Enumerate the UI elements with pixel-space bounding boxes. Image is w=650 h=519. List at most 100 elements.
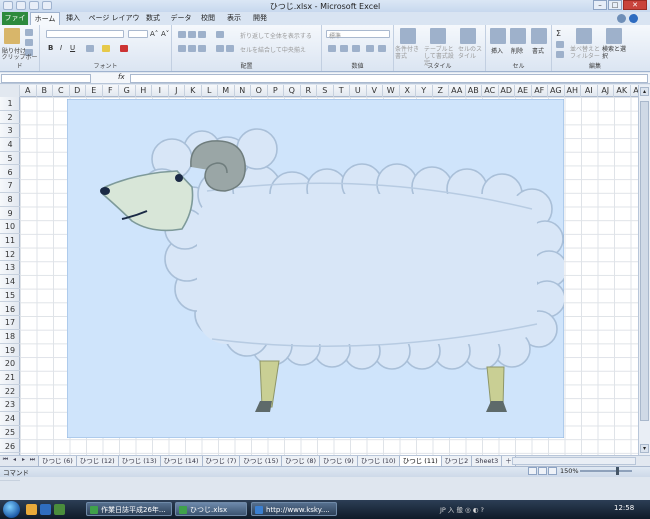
row-header[interactable]: 5	[0, 152, 20, 166]
tab-review[interactable]: 校閲	[197, 12, 219, 25]
select-all-corner[interactable]	[0, 85, 20, 97]
column-header[interactable]: C	[53, 85, 70, 97]
column-header[interactable]: AE	[515, 85, 532, 97]
sort-filter-icon[interactable]	[576, 28, 592, 44]
last-sheet-icon[interactable]: ⏭	[29, 456, 36, 464]
font-size-select[interactable]	[128, 30, 148, 38]
column-header[interactable]: T	[334, 85, 350, 97]
cell-styles-label[interactable]: セルのスタイル	[458, 46, 484, 60]
name-box[interactable]	[1, 74, 91, 83]
increase-decimal-icon[interactable]	[366, 45, 374, 52]
column-header[interactable]: N	[235, 85, 251, 97]
column-header[interactable]: AF	[532, 85, 548, 97]
column-header[interactable]: AG	[548, 85, 565, 97]
align-center-icon[interactable]	[188, 45, 196, 52]
format-cells-icon[interactable]	[531, 28, 547, 44]
column-header[interactable]: J	[169, 85, 185, 97]
column-header[interactable]: O	[251, 85, 268, 97]
column-header[interactable]: W	[383, 85, 400, 97]
column-header[interactable]: U	[350, 85, 367, 97]
column-header[interactable]: AJ	[598, 85, 614, 97]
currency-icon[interactable]	[328, 45, 336, 52]
vertical-scroll-thumb[interactable]	[640, 101, 649, 421]
scroll-down-button[interactable]: ▾	[640, 444, 649, 453]
row-header[interactable]: 15	[0, 289, 20, 303]
tab-view[interactable]: 表示	[223, 12, 245, 25]
align-right-icon[interactable]	[198, 45, 206, 52]
formula-input[interactable]	[130, 74, 648, 83]
tab-data[interactable]: データ	[168, 12, 194, 25]
row-header[interactable]: 4	[0, 138, 20, 152]
decrease-indent-icon[interactable]	[216, 45, 224, 52]
row-header[interactable]: 3	[0, 124, 20, 139]
increase-indent-icon[interactable]	[226, 45, 234, 52]
clear-icon[interactable]	[556, 51, 564, 58]
column-header[interactable]: D	[70, 85, 86, 97]
row-header[interactable]: 25	[0, 426, 20, 440]
conditional-format-label[interactable]: 条件付き書式	[395, 46, 423, 60]
horizontal-scrollbar[interactable]	[512, 457, 636, 465]
zoom-slider-thumb[interactable]	[616, 467, 619, 475]
paste-icon[interactable]	[4, 28, 20, 44]
help-icon[interactable]	[629, 14, 638, 23]
row-header[interactable]: 16	[0, 303, 20, 317]
find-select-label[interactable]: 検索と選択	[602, 46, 630, 60]
bold-icon[interactable]: B	[48, 44, 53, 52]
row-header[interactable]: 1	[0, 97, 20, 111]
delete-cells-icon[interactable]	[510, 28, 526, 44]
italic-icon[interactable]: I	[60, 44, 62, 52]
column-header[interactable]: X	[400, 85, 416, 97]
orientation-icon[interactable]	[216, 31, 224, 38]
row-header[interactable]: 11	[0, 234, 20, 248]
insert-function-icon[interactable]: fx	[118, 73, 125, 81]
column-header[interactable]: F	[103, 85, 119, 97]
row-header[interactable]: 8	[0, 193, 20, 207]
system-tray[interactable]: JP 入 般 ◎ ◐ ?	[440, 504, 484, 514]
row-header[interactable]: 22	[0, 385, 20, 399]
normal-view-button[interactable]	[528, 467, 537, 475]
close-button[interactable]: ✕	[623, 0, 647, 10]
percent-icon[interactable]	[340, 45, 348, 52]
vertical-scrollbar[interactable]: ▴ ▾	[638, 85, 650, 455]
taskbar-item-sheep[interactable]: ひつじ.xlsx	[175, 502, 247, 516]
minimize-button[interactable]: –	[593, 0, 607, 10]
conditional-format-icon[interactable]	[400, 28, 416, 44]
copy-icon[interactable]	[25, 39, 33, 46]
align-top-icon[interactable]	[178, 31, 186, 38]
fill-icon[interactable]	[556, 41, 564, 48]
row-header[interactable]: 17	[0, 316, 20, 330]
column-header[interactable]: AB	[466, 85, 482, 97]
row-header[interactable]: 9	[0, 207, 20, 221]
column-header[interactable]: G	[119, 85, 136, 97]
grow-font-icon[interactable]: A˄	[150, 30, 158, 38]
tab-home[interactable]: ホーム	[30, 12, 60, 25]
column-header[interactable]: H	[136, 85, 152, 97]
decrease-decimal-icon[interactable]	[378, 45, 386, 52]
insert-cells-icon[interactable]	[490, 28, 506, 44]
column-header[interactable]: V	[367, 85, 383, 97]
row-header[interactable]: 6	[0, 166, 20, 180]
align-left-icon[interactable]	[178, 45, 186, 52]
column-header[interactable]: K	[185, 85, 202, 97]
row-header[interactable]: 24	[0, 412, 20, 426]
tab-insert[interactable]: 挿入	[62, 12, 84, 25]
row-header[interactable]: 14	[0, 275, 20, 289]
wrap-text-button[interactable]: 折り返して全体を表示する	[240, 31, 312, 40]
column-header[interactable]: AA	[449, 85, 466, 97]
column-header[interactable]: A	[20, 85, 37, 97]
prev-sheet-icon[interactable]: ◂	[11, 456, 18, 464]
column-header[interactable]: S	[317, 85, 334, 97]
sheep-picture[interactable]	[67, 99, 564, 438]
first-sheet-icon[interactable]: ⏮	[2, 456, 9, 464]
scroll-up-button[interactable]: ▴	[640, 87, 649, 96]
insert-cells-label[interactable]: 挿入	[491, 46, 503, 55]
taskbar-item-browser[interactable]: http://www.ksky....	[251, 502, 337, 516]
fill-color-icon[interactable]	[102, 45, 110, 52]
column-header[interactable]: P	[268, 85, 284, 97]
tab-formulas[interactable]: 数式	[142, 12, 164, 25]
align-middle-icon[interactable]	[188, 31, 196, 38]
tab-page-layout[interactable]: ページ レイアウト	[88, 12, 140, 35]
excel-launch-icon[interactable]	[54, 504, 65, 515]
column-header[interactable]: L	[202, 85, 218, 97]
taskbar-item-diary[interactable]: 作業日誌平成26年...	[86, 502, 172, 516]
